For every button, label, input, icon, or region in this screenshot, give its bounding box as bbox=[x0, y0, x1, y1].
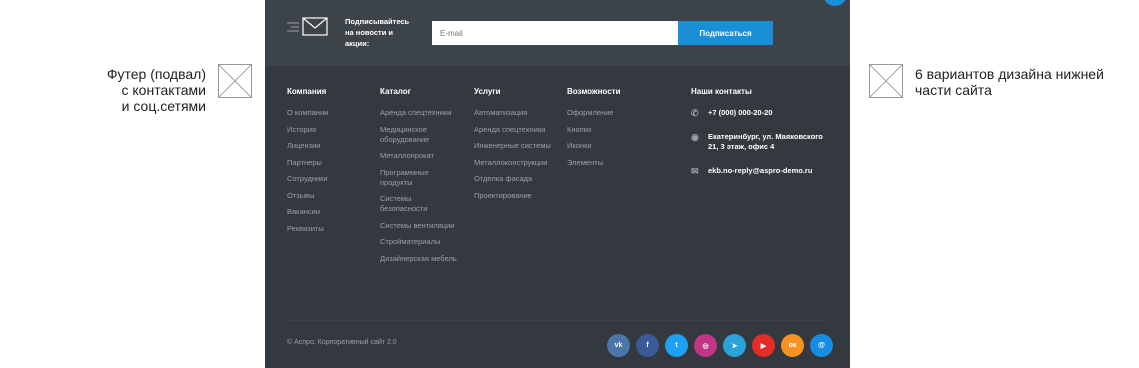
annotation-line: 6 вариантов дизайна нижней bbox=[915, 66, 1104, 82]
social-glyph: ок bbox=[788, 342, 797, 349]
footer-link[interactable]: Дизайнерская мебель bbox=[380, 254, 460, 264]
telegram-icon[interactable]: ➤ bbox=[723, 334, 746, 357]
footer-link[interactable]: Программные продукты bbox=[380, 168, 460, 188]
annotation-line: с контактами bbox=[121, 82, 207, 98]
footer-column-services: Услуги Автоматизация Аренда спецтехники … bbox=[474, 87, 564, 207]
footer-link[interactable]: Автоматизация bbox=[474, 108, 564, 118]
footer-link[interactable]: Проектирование bbox=[474, 191, 564, 201]
footer-column-catalog: Каталог Аренда спецтехники Медицинское о… bbox=[380, 87, 460, 270]
column-title[interactable]: Услуги bbox=[474, 87, 564, 96]
footer-link[interactable]: Металлоконструкции bbox=[474, 158, 564, 168]
scroll-indicator[interactable] bbox=[823, 0, 847, 6]
subscribe-label-line: Подписывайтесь bbox=[345, 17, 410, 26]
footer-link[interactable]: Оформление bbox=[567, 108, 621, 118]
social-glyph: @ bbox=[818, 342, 825, 349]
odnoklassniki-icon[interactable]: ок bbox=[781, 334, 804, 357]
column-title[interactable]: Возможности bbox=[567, 87, 621, 96]
facebook-icon[interactable]: f bbox=[636, 334, 659, 357]
footer-link[interactable]: Элементы bbox=[567, 158, 621, 168]
footer-link[interactable]: О компании bbox=[287, 108, 328, 118]
footer-link[interactable]: Партнеры bbox=[287, 158, 328, 168]
subscribe-label-line: акции: bbox=[345, 39, 370, 48]
envelope-small-icon: ✉ bbox=[691, 166, 699, 176]
footer-link[interactable]: Медицинское оборудование bbox=[380, 125, 460, 145]
footer-link[interactable]: Вакансии bbox=[287, 207, 328, 217]
subscribe-bar: Подписывайтесь на новости и акции: Подпи… bbox=[265, 0, 850, 66]
subscribe-label: Подписывайтесь на новости и акции: bbox=[345, 16, 425, 49]
column-title[interactable]: Компания bbox=[287, 87, 328, 96]
social-links: vk f t ◎ ➤ ▶ ок @ bbox=[607, 334, 833, 357]
social-glyph: ◎ bbox=[702, 342, 709, 350]
footer-link[interactable]: Системы безопасности bbox=[380, 194, 460, 214]
annotation-line: Футер (подвал) bbox=[106, 66, 206, 82]
copyright-text: © Аспро: Корпоративный сайт 2.0 bbox=[287, 339, 397, 346]
footer-column-company: Компания О компании История Лицензии Пар… bbox=[287, 87, 328, 240]
location-pin-icon: ◉ bbox=[691, 132, 699, 142]
twitter-icon[interactable]: t bbox=[665, 334, 688, 357]
footer-divider bbox=[287, 320, 828, 321]
vk-icon[interactable]: vk bbox=[607, 334, 630, 357]
footer-link[interactable]: Инженерные системы bbox=[474, 141, 564, 151]
contact-phone[interactable]: ✆ +7 (000) 000-20-20 bbox=[691, 108, 831, 118]
placeholder-image-icon bbox=[869, 64, 903, 98]
envelope-icon bbox=[285, 16, 329, 38]
annotation-footer-description: Футер (подвал) с контактами и соц.сетями bbox=[66, 66, 206, 114]
footer-link[interactable]: Аренда спецтехники bbox=[380, 108, 460, 118]
email-input[interactable] bbox=[432, 21, 678, 45]
footer-link[interactable]: Реквизиты bbox=[287, 224, 328, 234]
footer-link[interactable]: Отзывы bbox=[287, 191, 328, 201]
footer-link[interactable]: Лицензии bbox=[287, 141, 328, 151]
email-link[interactable]: ekb.no-reply@aspro-demo.ru bbox=[708, 166, 812, 175]
footer-link[interactable]: История bbox=[287, 125, 328, 135]
column-title[interactable]: Каталог bbox=[380, 87, 460, 96]
footer-link[interactable]: Кнопки bbox=[567, 125, 621, 135]
youtube-icon[interactable]: ▶ bbox=[752, 334, 775, 357]
column-title: Наши контакты bbox=[691, 87, 752, 96]
annotation-line: и соц.сетями bbox=[121, 98, 206, 114]
annotation-variants-description: 6 вариантов дизайна нижней части сайта bbox=[915, 66, 1135, 98]
annotation-line: части сайта bbox=[915, 82, 992, 98]
social-glyph: f bbox=[646, 342, 649, 349]
footer-link[interactable]: Иконки bbox=[567, 141, 621, 151]
footer-column-contacts: Наши контакты ✆ +7 (000) 000-20-20 ◉ Ека… bbox=[691, 87, 831, 190]
social-glyph: ▶ bbox=[760, 342, 767, 350]
phone-number[interactable]: +7 (000) 000-20-20 bbox=[708, 108, 772, 117]
contact-address: ◉ Екатеринбург, ул. Маяковского 21, 3 эт… bbox=[691, 132, 831, 152]
site-footer: Подписывайтесь на новости и акции: Подпи… bbox=[265, 0, 850, 368]
phone-icon: ✆ bbox=[691, 108, 699, 118]
subscribe-button[interactable]: Подписаться bbox=[678, 21, 773, 45]
subscribe-label-line: на новости и bbox=[345, 28, 394, 37]
social-glyph: t bbox=[675, 342, 678, 349]
social-glyph: vk bbox=[614, 342, 623, 349]
footer-column-features: Возможности Оформление Кнопки Иконки Эле… bbox=[567, 87, 621, 174]
footer-link[interactable]: Системы вентиляции bbox=[380, 221, 460, 231]
footer-link[interactable]: Аренда спецтехники bbox=[474, 125, 564, 135]
footer-link[interactable]: Сотрудники bbox=[287, 174, 328, 184]
address-text: Екатеринбург, ул. Маяковского 21, 3 этаж… bbox=[708, 132, 823, 151]
placeholder-image-icon bbox=[218, 64, 252, 98]
social-glyph: ➤ bbox=[731, 342, 738, 350]
footer-link[interactable]: Стройматериалы bbox=[380, 237, 460, 247]
footer-link[interactable]: Металлопрокат bbox=[380, 151, 460, 161]
contact-email[interactable]: ✉ ekb.no-reply@aspro-demo.ru bbox=[691, 166, 831, 176]
footer-link[interactable]: Отделка фасада bbox=[474, 174, 564, 184]
mailru-icon[interactable]: @ bbox=[810, 334, 833, 357]
instagram-icon[interactable]: ◎ bbox=[694, 334, 717, 357]
